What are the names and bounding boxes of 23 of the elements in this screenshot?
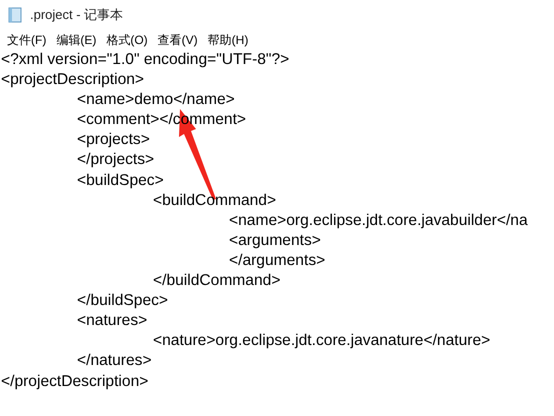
- code-line: <name>org.eclipse.jdt.core.javabuilder</na: [228, 210, 528, 231]
- menu-item[interactable]: 文件(F): [4, 30, 54, 50]
- code-line: </buildSpec>: [76, 291, 168, 312]
- code-line: <projects>: [76, 130, 150, 150]
- code-line: </projectDescription>: [1, 372, 148, 392]
- menu-item[interactable]: 编辑(E): [53, 30, 104, 50]
- window-title: .project - 记事本: [30, 6, 124, 24]
- code-line: <arguments>: [228, 230, 321, 251]
- menu-item[interactable]: 帮助(H): [204, 30, 256, 50]
- menu-item[interactable]: 查看(V): [154, 30, 205, 50]
- menu-item[interactable]: 格式(O): [103, 30, 155, 50]
- code-line: </arguments>: [228, 250, 326, 271]
- code-line: <?xml version="1.0" encoding="UTF-8"?>: [1, 50, 290, 70]
- notepad-icon: [8, 7, 22, 23]
- code-line: </projects>: [76, 150, 154, 170]
- code-line: <natures>: [76, 311, 148, 332]
- code-line: <projectDescription>: [1, 70, 144, 90]
- code-line: </natures>: [76, 351, 152, 372]
- code-line: <buildCommand>: [152, 190, 276, 211]
- code-line: <buildSpec>: [76, 170, 164, 191]
- code-line: </buildCommand>: [152, 271, 280, 292]
- code-line: <name>demo</name>: [76, 90, 235, 110]
- code-line: <nature>org.eclipse.jdt.core.javanature</nature>: [152, 331, 490, 352]
